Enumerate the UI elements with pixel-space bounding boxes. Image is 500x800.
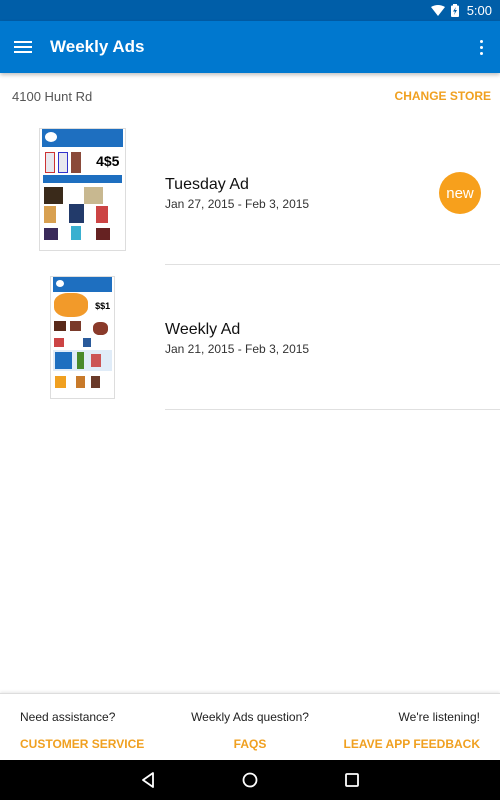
tuesday-ad-flyer-thumbnail[interactable]: 4$5	[39, 128, 126, 251]
battery-charging-icon	[450, 4, 459, 17]
ad-text: Tuesday Ad Jan 27, 2015 - Feb 3, 2015	[165, 176, 309, 211]
home-icon[interactable]	[242, 772, 258, 788]
ad-dates: Jan 21, 2015 - Feb 3, 2015	[165, 342, 310, 356]
leave-feedback-link[interactable]: LEAVE APP FEEDBACK	[344, 737, 480, 751]
footer: Need assistance? CUSTOMER SERVICE Weekly…	[0, 693, 500, 760]
weekly-ad-flyer-thumbnail[interactable]: $$1	[50, 276, 115, 399]
system-nav-bar	[0, 760, 500, 800]
store-name: 4100 Hunt Rd	[12, 88, 93, 104]
app-title: Weekly Ads	[50, 37, 145, 56]
back-icon[interactable]	[140, 772, 156, 788]
ad-title: Tuesday Ad	[165, 176, 249, 193]
divider	[165, 409, 500, 410]
footer-feedback: We're listening! LEAVE APP FEEDBACK	[344, 710, 480, 751]
ad-title: Weekly Ad	[165, 321, 241, 338]
change-store-button[interactable]: CHANGE STORE	[395, 89, 491, 103]
new-badge: new	[439, 172, 481, 214]
status-bar: 5:00	[0, 0, 500, 21]
wifi-icon	[430, 5, 445, 16]
store-row: 4100 Hunt Rd CHANGE STORE	[0, 84, 500, 108]
ad-text: Weekly Ad Jan 21, 2015 - Feb 3, 2015	[165, 321, 309, 356]
kroger-logo-icon	[55, 279, 65, 288]
ad-dates: Jan 27, 2015 - Feb 3, 2015	[165, 197, 310, 211]
status-time: 5:00	[466, 3, 492, 18]
footer-question: We're listening!	[398, 710, 480, 724]
ad-list-item[interactable]: $$1 Weekly Ad Jan 21, 2015 - Feb 3, 2015	[0, 265, 500, 410]
app-bar: Weekly Ads	[0, 21, 500, 73]
hamburger-menu-icon[interactable]	[14, 38, 36, 56]
kroger-logo-icon	[44, 131, 58, 143]
recents-icon[interactable]	[344, 772, 360, 788]
ad-list-item[interactable]: 4$5 Tuesday Ad Jan 27, 2015 - Feb 3, 201…	[0, 120, 500, 265]
more-vert-icon[interactable]	[478, 39, 484, 55]
